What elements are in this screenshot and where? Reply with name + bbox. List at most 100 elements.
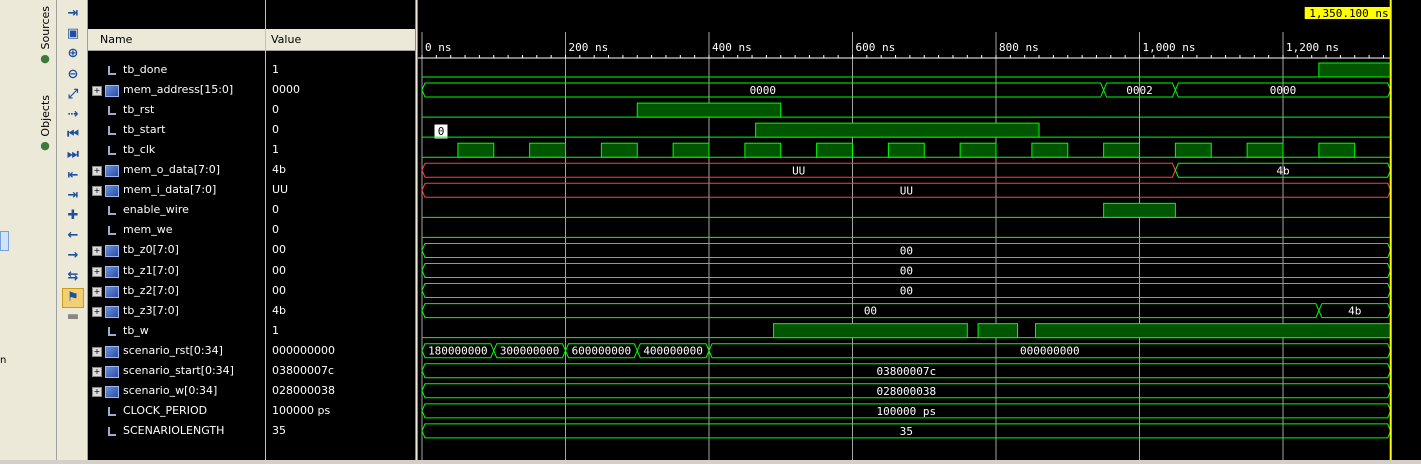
signal-row[interactable]: tb_start xyxy=(88,120,265,140)
signal-name: scenario_rst[0:34] xyxy=(123,343,223,357)
waveform-canvas[interactable]: 1,350.100 ns 0 ns 200 ns 400 ns 600 ns 800 ns… xyxy=(418,0,1421,460)
wave-high-pulse xyxy=(1103,202,1176,218)
signal-name: tb_z3[7:0] xyxy=(123,303,179,317)
go-to-time-zero-button[interactable]: ⏮ xyxy=(63,126,83,144)
save-button[interactable]: ▣ xyxy=(63,25,83,43)
signal-row[interactable]: CLOCK_PERIOD xyxy=(88,401,265,421)
cursor-time-label: 1,350.100 ns xyxy=(1309,7,1388,20)
signal-row[interactable]: + mem_address[15:0] xyxy=(88,80,265,100)
signal-icon xyxy=(108,126,116,136)
signal-row[interactable]: enable_wire xyxy=(88,200,265,220)
signal-value: 4b xyxy=(272,303,286,317)
expand-icon[interactable]: + xyxy=(92,386,102,397)
bus-signal-icon xyxy=(105,345,119,358)
objects-icon: ● xyxy=(40,138,50,152)
tab-sources[interactable]: Sources ● xyxy=(34,6,56,65)
name-column-header[interactable]: Name xyxy=(88,29,265,51)
signal-row[interactable]: + scenario_w[0:34] xyxy=(88,381,265,401)
wave-high-pulse xyxy=(977,323,1019,339)
time-tick-label: 600 ns xyxy=(856,41,896,54)
bus-value-label: 4b xyxy=(1276,164,1289,177)
marker-flag-label: 0 xyxy=(438,125,445,138)
time-tick-label: 200 ns xyxy=(569,41,609,54)
zoom-in-button[interactable]: ⊕ xyxy=(63,45,83,63)
signal-name-panel: Name tb_done + mem_address[15:0] tb_rst tb_s… xyxy=(88,0,265,460)
next-transition-button[interactable]: ⇥ xyxy=(63,187,83,205)
bus-signal-icon xyxy=(105,245,119,258)
next-marker-icon: → xyxy=(67,248,79,264)
signal-name: tb_clk xyxy=(123,143,156,157)
signal-value: 0 xyxy=(272,103,279,117)
signal-row[interactable]: mem_we xyxy=(88,220,265,240)
wave-high-pulse xyxy=(1174,142,1212,158)
signal-row[interactable]: tb_clk xyxy=(88,140,265,160)
time-tick-label: 1,000 ns xyxy=(1143,41,1196,54)
add-marker-button[interactable]: ✚ xyxy=(63,207,83,225)
bus-value-label: 180000000 xyxy=(428,345,488,358)
wave-toolbar: ⇥ ▣ ⊕ ⊖ ⤢ ⇢ ⏮ ⏭ ⇤ ⇥ ✚ ← → ⇆ ⚑ ▬ xyxy=(57,0,88,460)
bus-signal-icon xyxy=(105,265,119,278)
signal-row[interactable]: + tb_z2[7:0] xyxy=(88,281,265,301)
expand-icon[interactable]: + xyxy=(92,186,102,197)
cursor-to-zero-button[interactable]: ⇢ xyxy=(63,106,83,124)
signal-row[interactable]: + tb_z1[7:0] xyxy=(88,261,265,281)
signal-value: 1 xyxy=(272,63,279,76)
signal-name: tb_start xyxy=(123,123,166,137)
signal-row[interactable]: tb_done xyxy=(88,60,265,80)
signal-row[interactable]: SCENARIOLENGTH xyxy=(88,421,265,441)
sources-icon: ● xyxy=(40,51,50,65)
left-panel-edge: n xyxy=(0,0,35,460)
wave-high-pulse xyxy=(529,142,566,158)
parameter-icon xyxy=(108,406,116,416)
signal-row[interactable]: + scenario_start[0:34] xyxy=(88,361,265,381)
signal-value: 0 xyxy=(272,203,279,217)
signal-name: tb_z2[7:0] xyxy=(123,283,179,297)
expand-icon[interactable]: + xyxy=(92,286,102,297)
signal-value: 100000 ps xyxy=(272,403,331,417)
floating-ruler-button[interactable]: ▬ xyxy=(63,308,83,326)
signal-row[interactable]: tb_w xyxy=(88,321,265,341)
signal-icon xyxy=(108,66,116,75)
wave-high-pulse xyxy=(636,102,782,118)
snap-icon: ⚑ xyxy=(67,289,79,305)
signal-row[interactable]: + mem_i_data[7:0] xyxy=(88,180,265,200)
signal-row[interactable]: + tb_z3[7:0] xyxy=(88,301,265,321)
save-icon: ▣ xyxy=(66,26,80,42)
swap-cursors-button[interactable]: ⇆ xyxy=(63,268,83,286)
signal-row[interactable]: + scenario_rst[0:34] xyxy=(88,341,265,361)
signal-icon xyxy=(108,326,116,336)
expand-panel-button[interactable]: ⇥ xyxy=(63,5,83,23)
expand-icon[interactable]: + xyxy=(92,246,102,257)
signal-value: 000000000 xyxy=(272,343,335,357)
previous-marker-button[interactable]: ← xyxy=(63,227,83,245)
go-to-time-zero-icon: ⏮ xyxy=(67,127,79,143)
tab-objects-label: Objects xyxy=(38,95,52,137)
side-tab-bar: Sources ● Objects ● xyxy=(34,0,57,460)
next-marker-button[interactable]: → xyxy=(63,247,83,265)
signal-row[interactable]: tb_rst xyxy=(88,100,265,120)
zoom-fit-icon: ⤢ xyxy=(67,86,79,102)
expand-icon[interactable]: + xyxy=(92,166,102,177)
expand-icon[interactable]: + xyxy=(92,346,102,357)
signal-row[interactable]: + mem_o_data[7:0] xyxy=(88,160,265,180)
snap-button[interactable]: ⚑ xyxy=(62,287,84,308)
expand-icon[interactable]: + xyxy=(92,306,102,317)
signal-icon xyxy=(108,146,116,156)
expand-icon[interactable]: + xyxy=(92,266,102,277)
value-column-header[interactable]: Value xyxy=(266,29,416,51)
time-tick-label: 1,200 ns xyxy=(1286,41,1339,54)
bus-value-label: 00 xyxy=(900,244,913,257)
go-to-last-time-button[interactable]: ⏭ xyxy=(63,146,83,164)
previous-transition-button[interactable]: ⇤ xyxy=(63,167,83,185)
signal-row[interactable]: + tb_z0[7:0] xyxy=(88,240,265,260)
add-marker-icon: ✚ xyxy=(67,208,79,223)
expand-icon[interactable]: + xyxy=(92,366,102,377)
tab-sources-label: Sources xyxy=(38,6,52,50)
signal-icon xyxy=(108,226,116,236)
tab-objects[interactable]: Objects ● xyxy=(34,95,56,152)
zoom-out-button[interactable]: ⊖ xyxy=(63,66,83,84)
expand-icon[interactable]: + xyxy=(92,86,102,97)
signal-icon xyxy=(108,206,116,216)
zoom-fit-button[interactable]: ⤢ xyxy=(63,86,83,104)
signal-value: 1 xyxy=(272,323,279,337)
